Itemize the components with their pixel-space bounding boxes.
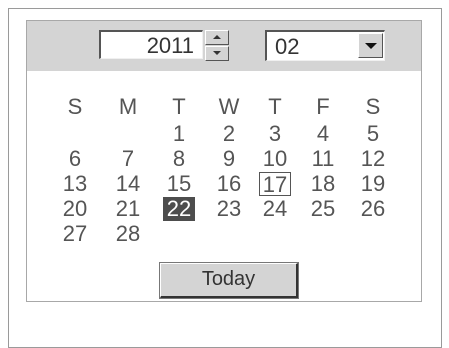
day-cell-today[interactable]: 17 xyxy=(259,172,291,197)
day-cell[interactable]: 27 xyxy=(59,222,91,246)
year-increment-button[interactable] xyxy=(205,30,229,45)
weekday-header: S xyxy=(365,94,381,119)
date-picker-panel: 2011 02 S M T W T F S 1 2 3 4 5 6 7 8 9 10 11 12 13 14 15 16 17… xyxy=(26,20,422,302)
day-cell[interactable]: 28 xyxy=(112,222,144,246)
day-cell[interactable]: 15 xyxy=(163,172,195,196)
day-cell[interactable]: 11 xyxy=(307,147,339,171)
weekday-header: F xyxy=(316,94,330,119)
day-cell[interactable]: 19 xyxy=(357,172,389,196)
day-cell[interactable]: 23 xyxy=(213,197,245,221)
weekday-header: S xyxy=(67,94,83,119)
day-cell[interactable]: 4 xyxy=(307,122,339,146)
month-dropdown-button[interactable] xyxy=(358,33,383,58)
year-field[interactable]: 2011 xyxy=(99,30,203,59)
date-picker-header: 2011 02 xyxy=(27,21,421,71)
chevron-down-icon xyxy=(365,43,377,49)
day-cell[interactable]: 21 xyxy=(112,197,144,221)
month-value: 02 xyxy=(275,34,300,59)
day-cell[interactable]: 24 xyxy=(259,197,291,221)
day-cell[interactable]: 6 xyxy=(59,147,91,171)
year-decrement-button[interactable] xyxy=(205,46,229,61)
day-cell[interactable]: 25 xyxy=(307,197,339,221)
year-spinner[interactable] xyxy=(205,30,229,61)
day-cell[interactable]: 8 xyxy=(163,147,195,171)
day-cell[interactable]: 13 xyxy=(59,172,91,196)
year-value: 2011 xyxy=(146,33,194,58)
day-cell[interactable]: 16 xyxy=(213,172,245,196)
day-cell[interactable]: 2 xyxy=(213,122,245,146)
day-cell[interactable]: 9 xyxy=(213,147,245,171)
today-button[interactable]: Today xyxy=(160,263,298,298)
day-cell[interactable]: 10 xyxy=(259,147,291,171)
weekday-header: M xyxy=(118,94,138,119)
day-cell[interactable]: 20 xyxy=(59,197,91,221)
weekday-header: W xyxy=(218,94,240,119)
day-cell[interactable]: 3 xyxy=(259,122,291,146)
day-cell[interactable]: 7 xyxy=(112,147,144,171)
arrow-down-icon xyxy=(213,51,221,55)
day-cell-selected[interactable]: 22 xyxy=(163,197,195,221)
day-cell[interactable]: 1 xyxy=(163,122,195,146)
day-cell[interactable]: 14 xyxy=(112,172,144,196)
weekday-header: T xyxy=(172,94,186,119)
weekday-header: T xyxy=(268,94,282,119)
arrow-up-icon xyxy=(213,35,221,39)
day-cell[interactable]: 5 xyxy=(357,122,389,146)
day-cell[interactable]: 18 xyxy=(307,172,339,196)
day-cell[interactable]: 26 xyxy=(357,197,389,221)
month-select[interactable]: 02 xyxy=(265,30,385,61)
day-cell[interactable]: 12 xyxy=(357,147,389,171)
